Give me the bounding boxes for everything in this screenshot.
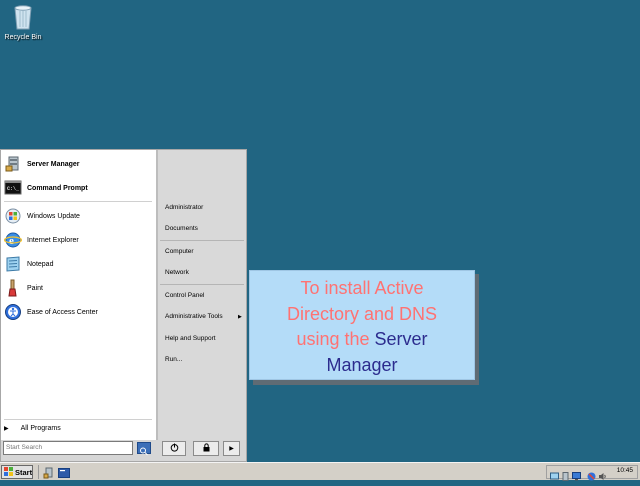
start-item-label: Windows Update xyxy=(27,212,80,220)
start-item-ease-of-access[interactable]: Ease of Access Center xyxy=(4,303,98,321)
right-item-help-and-support[interactable]: Help and Support xyxy=(165,335,216,342)
power-button[interactable] xyxy=(162,441,186,456)
system-tray: 10:45 xyxy=(546,465,638,481)
taskbar-clock[interactable]: 10:45 xyxy=(617,467,633,474)
quicklaunch-server-manager-icon[interactable] xyxy=(43,466,55,479)
internet-explorer-icon: e xyxy=(4,231,22,249)
start-item-label: Ease of Access Center xyxy=(27,308,98,316)
start-item-label: Internet Explorer xyxy=(27,236,79,244)
right-item-run[interactable]: Run... xyxy=(165,356,182,363)
lock-options-button[interactable]: ▶ xyxy=(223,441,240,456)
right-separator xyxy=(160,284,244,285)
instruction-callout: To install Active Directory and DNS usin… xyxy=(249,270,475,380)
right-item-control-panel[interactable]: Control Panel xyxy=(165,292,204,299)
callout-line-3-prefix: using the xyxy=(296,329,375,349)
quicklaunch-powershell-icon[interactable] xyxy=(58,466,70,478)
callout-line-1: To install Active xyxy=(300,278,424,298)
start-item-label: Server Manager xyxy=(27,160,80,168)
pinned-separator xyxy=(4,201,152,202)
all-programs-label: All Programs xyxy=(20,425,61,432)
server-tray-icon[interactable] xyxy=(561,468,570,481)
all-programs-button[interactable]: ▶ All Programs xyxy=(4,425,61,432)
search-icon[interactable] xyxy=(137,442,151,456)
start-search-input[interactable]: Start Search xyxy=(3,441,133,455)
callout-line-4: Manager xyxy=(326,354,398,375)
right-separator xyxy=(160,240,244,241)
right-item-administrative-tools[interactable]: Administrative Tools xyxy=(165,313,223,320)
ease-of-access-icon xyxy=(4,303,22,321)
start-item-windows-update[interactable]: Windows Update xyxy=(4,207,80,225)
paint-icon xyxy=(4,279,22,297)
windows-logo-icon xyxy=(4,466,13,478)
start-item-label: Notepad xyxy=(27,260,54,268)
lock-icon xyxy=(202,443,211,454)
right-item-documents[interactable]: Documents xyxy=(165,225,198,232)
start-item-label: Paint xyxy=(27,284,43,292)
arrow-right-icon: ▶ xyxy=(4,426,9,432)
start-item-paint[interactable]: Paint xyxy=(4,279,43,297)
start-item-server-manager[interactable]: Server Manager xyxy=(4,155,80,173)
notepad-icon xyxy=(4,255,22,273)
server-manager-icon xyxy=(4,155,22,173)
recycle-bin-label: Recycle Bin xyxy=(4,34,42,41)
start-item-internet-explorer[interactable]: e Internet Explorer xyxy=(4,231,79,249)
start-label: Start xyxy=(15,467,33,477)
start-item-notepad[interactable]: Notepad xyxy=(4,255,53,273)
arrow-right-icon: ▶ xyxy=(229,446,234,452)
command-prompt-icon: C:\_ xyxy=(4,179,22,197)
taskbar-separator xyxy=(38,465,39,479)
recycle-bin-icon xyxy=(12,2,34,30)
network-tray-icon[interactable] xyxy=(550,468,559,480)
right-item-computer[interactable]: Computer xyxy=(165,248,194,255)
right-item-administrator[interactable]: Administrator xyxy=(165,204,203,211)
start-item-command-prompt[interactable]: C:\_ Command Prompt xyxy=(4,179,88,197)
lock-button[interactable] xyxy=(193,441,219,456)
start-button[interactable]: Start xyxy=(1,465,33,479)
recycle-bin-shortcut[interactable]: Recycle Bin xyxy=(4,2,42,41)
callout-line-3-highlight: Server xyxy=(374,329,428,349)
start-item-label: Command Prompt xyxy=(27,184,88,192)
volume-tray-icon[interactable] xyxy=(598,468,607,480)
callout-line-2: Directory and DNS xyxy=(286,303,438,324)
right-item-network[interactable]: Network xyxy=(165,269,189,276)
monitor-tray-icon[interactable] xyxy=(572,468,581,481)
power-icon xyxy=(170,443,179,454)
windows-update-icon xyxy=(4,207,22,225)
svg-text:C:\_: C:\_ xyxy=(7,186,20,192)
all-programs-separator xyxy=(4,419,152,420)
security-tray-icon[interactable] xyxy=(587,468,596,481)
submenu-arrow-icon: ▶ xyxy=(238,314,242,320)
taskbar: Start 10:45 xyxy=(0,462,640,481)
